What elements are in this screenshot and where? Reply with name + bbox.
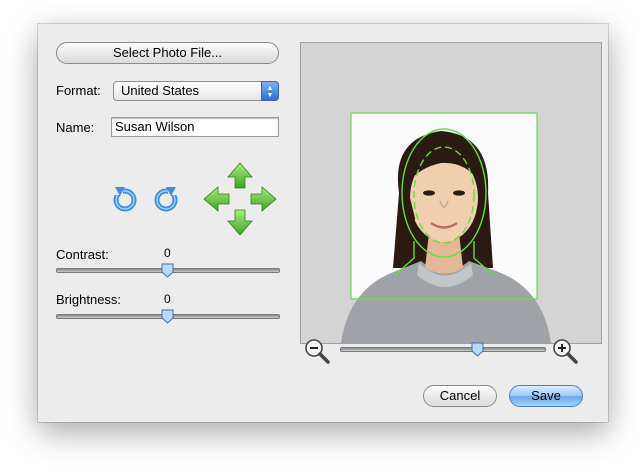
rotate-left-icon[interactable] <box>111 185 139 213</box>
name-label: Name: <box>56 120 95 135</box>
format-select-value: United States <box>121 83 200 98</box>
format-label: Format: <box>56 83 101 98</box>
zoom-slider-track[interactable] <box>340 347 546 352</box>
select-arrows-icon: ▲ ▼ <box>261 81 279 101</box>
select-photo-button[interactable]: Select Photo File... <box>56 42 279 64</box>
format-select[interactable]: United States ▲ ▼ <box>113 81 279 101</box>
brightness-value: 0 <box>164 292 171 306</box>
brightness-slider-thumb[interactable] <box>161 309 174 324</box>
save-button[interactable]: Save <box>509 385 583 407</box>
contrast-value: 0 <box>164 246 171 260</box>
brightness-label: Brightness: <box>56 292 122 307</box>
portrait-photo <box>301 43 601 343</box>
rotate-right-icon[interactable] <box>152 185 180 213</box>
zoom-slider-thumb[interactable] <box>471 342 484 357</box>
zoom-out-icon[interactable] <box>304 338 330 364</box>
name-field[interactable]: Susan Wilson <box>111 117 279 137</box>
photo-dialog: Select Photo File... Format: United Stat… <box>38 24 608 422</box>
contrast-label: Contrast: <box>56 247 109 262</box>
cancel-button[interactable]: Cancel <box>423 385 497 407</box>
zoom-in-icon[interactable] <box>552 338 578 364</box>
photo-preview[interactable] <box>300 42 602 344</box>
contrast-slider-thumb[interactable] <box>161 263 174 278</box>
move-arrows-icon[interactable] <box>202 161 278 237</box>
